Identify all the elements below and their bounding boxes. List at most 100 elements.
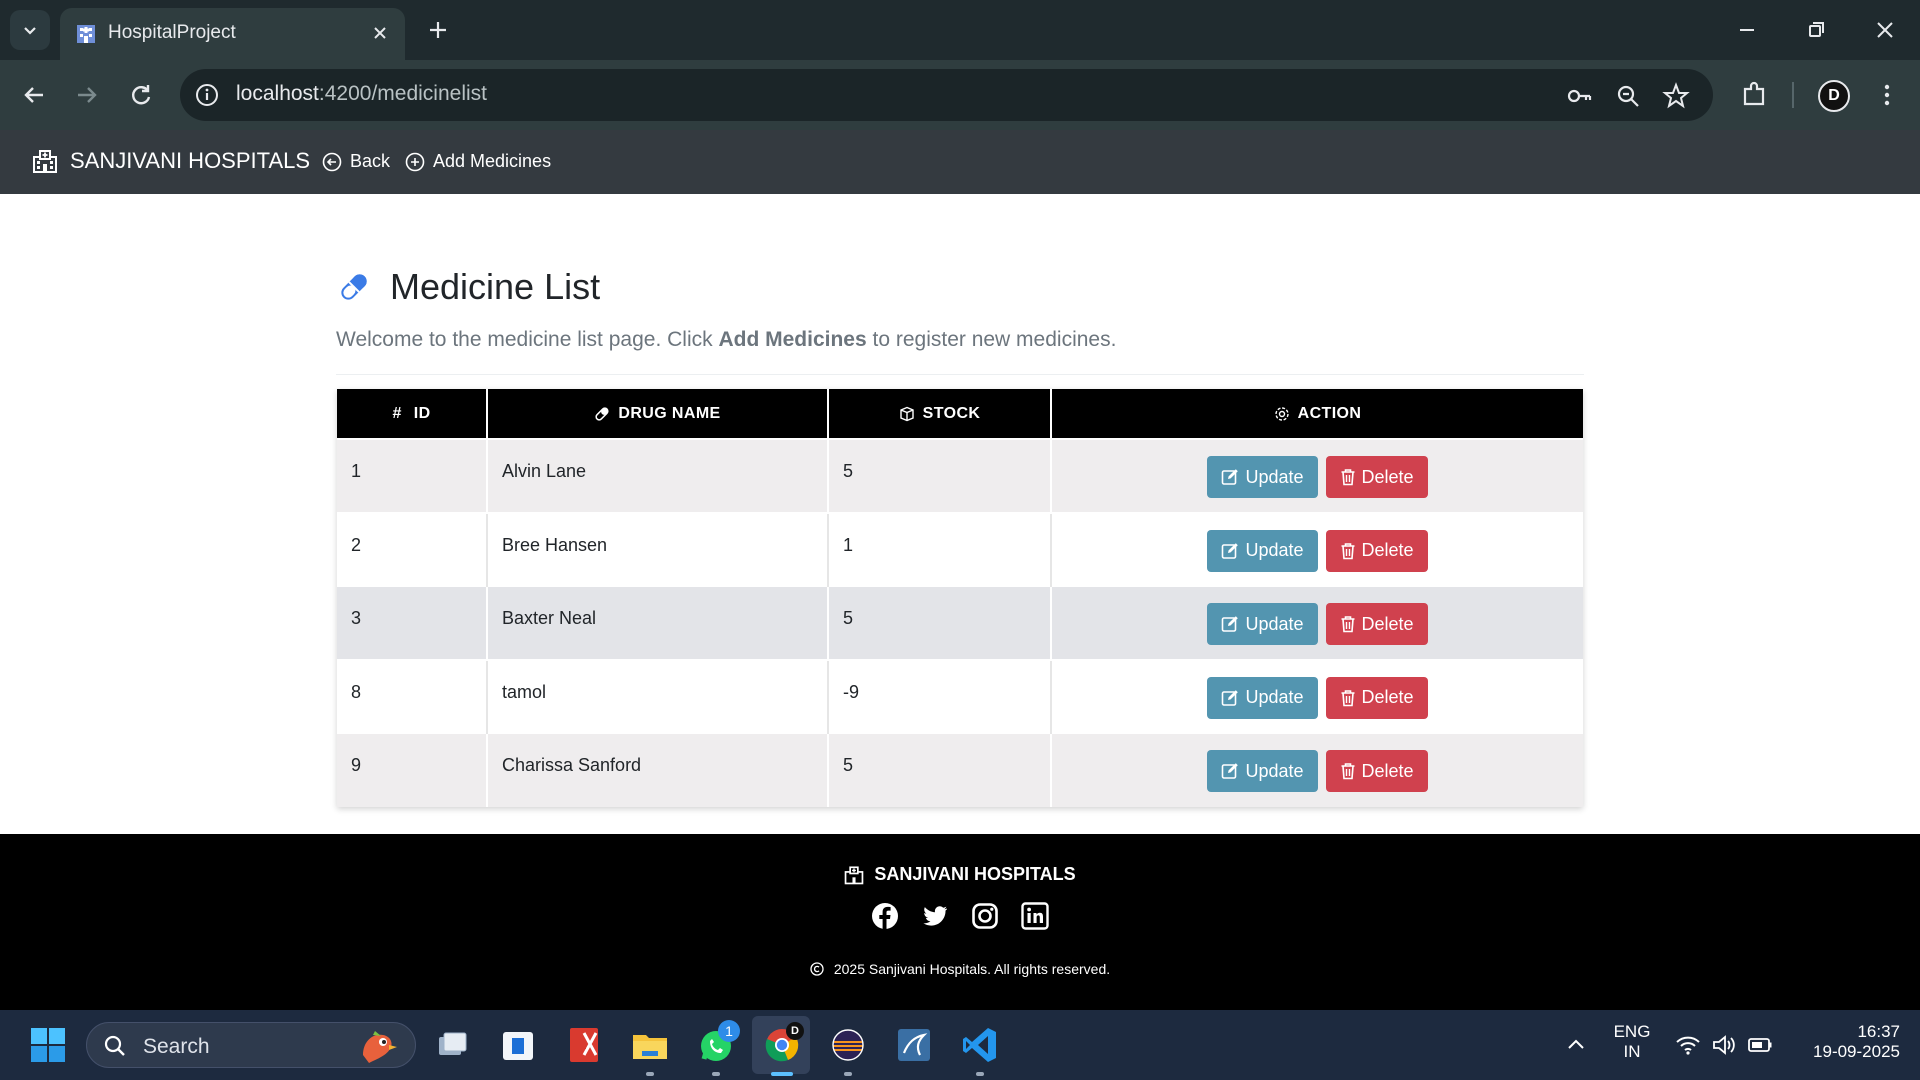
vscode-icon[interactable] xyxy=(960,1025,1000,1065)
language-indicator[interactable]: ENG IN xyxy=(1608,1022,1656,1062)
cell-id: 1 xyxy=(337,438,488,513)
update-button[interactable]: Update xyxy=(1207,676,1318,719)
app-navbar: SANJIVANI HOSPITALS Back Add Medicines xyxy=(0,130,1920,194)
nav-back-link[interactable]: Back xyxy=(322,151,390,172)
wifi-icon[interactable] xyxy=(1674,1031,1702,1059)
update-button[interactable]: Update xyxy=(1207,456,1318,498)
cell-stock: 5 xyxy=(828,732,1052,807)
extensions-puzzle-icon[interactable] xyxy=(1739,80,1769,110)
reload-icon[interactable] xyxy=(126,80,156,110)
hospital-favicon-icon xyxy=(77,25,95,43)
delete-button[interactable]: Delete xyxy=(1325,676,1428,719)
th-drug-name: DRUG NAME xyxy=(487,389,829,439)
hash-icon: # xyxy=(392,404,402,422)
copyright-icon xyxy=(810,962,824,976)
footer-brand: SANJIVANI HOSPITALS xyxy=(0,864,1920,885)
cell-stock: -9 xyxy=(828,658,1052,733)
table-row: 9 Charissa Sanford 5 Update Delete xyxy=(337,732,1583,807)
lead-bold-link-text: Add Medicines xyxy=(718,328,867,351)
brand-text: SANJIVANI HOSPITALS xyxy=(70,148,311,173)
hospital-icon xyxy=(33,150,57,173)
cell-actions: Update Delete xyxy=(1051,585,1583,660)
edit-icon xyxy=(1222,542,1239,559)
social-links xyxy=(0,902,1920,930)
explorer-running-dot xyxy=(646,1072,654,1076)
more-menu-icon[interactable] xyxy=(1872,80,1902,110)
pdf-app-icon[interactable] xyxy=(564,1025,604,1065)
whatsapp-running-dot xyxy=(712,1072,720,1076)
password-key-icon[interactable] xyxy=(1565,82,1593,110)
windows-start-icon[interactable] xyxy=(28,1025,68,1065)
mysql-workbench-icon[interactable] xyxy=(894,1025,934,1065)
profile-avatar[interactable]: D xyxy=(1818,80,1850,112)
delete-button[interactable]: Delete xyxy=(1325,603,1428,645)
nav-back-label: Back xyxy=(350,151,391,171)
facebook-icon[interactable] xyxy=(871,902,899,930)
task-view-icon[interactable] xyxy=(432,1025,472,1065)
os-taskbar: Search 1 D ENG IN 16:37 19-09-2025 xyxy=(0,1010,1920,1080)
delete-button[interactable]: Delete xyxy=(1325,529,1428,572)
taskbar-search[interactable]: Search xyxy=(86,1022,416,1068)
cell-id: 8 xyxy=(337,658,488,733)
cell-drug-name: Charissa Sanford xyxy=(487,732,829,807)
trash-icon xyxy=(1341,763,1354,780)
volume-icon[interactable] xyxy=(1710,1031,1738,1059)
chevron-down-icon xyxy=(24,27,36,35)
hospital-icon xyxy=(845,865,864,884)
update-button[interactable]: Update xyxy=(1207,529,1318,572)
store-app-icon[interactable] xyxy=(498,1025,538,1065)
cell-drug-name: Baxter Neal xyxy=(487,585,829,660)
trash-icon xyxy=(1341,616,1354,633)
address-bar[interactable]: localhost:4200/medicinelist xyxy=(180,69,1713,121)
update-button[interactable]: Update xyxy=(1207,603,1318,645)
whatsapp-badge: 1 xyxy=(718,1020,740,1042)
tab-search-button[interactable] xyxy=(10,10,50,50)
bookmark-star-icon[interactable] xyxy=(1662,82,1690,110)
footer: SANJIVANI HOSPITALS 2025 Sanjivani Hospi… xyxy=(0,834,1920,1010)
eclipse-ide-icon[interactable] xyxy=(828,1025,868,1065)
url-text: localhost:4200/medicinelist xyxy=(236,82,487,105)
linkedin-icon[interactable] xyxy=(1021,902,1049,930)
zoom-icon[interactable] xyxy=(1614,82,1642,110)
chrome-active-dot xyxy=(771,1072,793,1076)
close-window-icon[interactable] xyxy=(1871,16,1899,44)
taskbar-search-label: Search xyxy=(143,1035,210,1058)
browser-tab[interactable]: HospitalProject xyxy=(60,8,405,60)
delete-button[interactable]: Delete xyxy=(1325,750,1428,792)
trash-icon xyxy=(1341,542,1354,559)
back-arrow-icon[interactable] xyxy=(19,80,49,110)
cell-drug-name: Bree Hansen xyxy=(487,511,829,586)
edit-icon xyxy=(1222,689,1239,706)
cell-drug-name: Alvin Lane xyxy=(487,438,829,513)
box-icon xyxy=(899,406,914,421)
restore-icon[interactable] xyxy=(1802,16,1830,44)
forward-arrow-icon[interactable] xyxy=(72,80,102,110)
battery-icon[interactable] xyxy=(1746,1031,1774,1059)
update-button[interactable]: Update xyxy=(1207,750,1318,792)
page-lead: Welcome to the medicine list page. Click… xyxy=(336,328,1117,351)
table-row: 1 Alvin Lane 5 Update Delete xyxy=(337,438,1583,513)
file-explorer-icon[interactable] xyxy=(630,1025,670,1065)
clock[interactable]: 16:37 19-09-2025 xyxy=(1788,1022,1900,1062)
tab-title: HospitalProject xyxy=(108,22,236,43)
instagram-icon[interactable] xyxy=(971,902,999,930)
divider xyxy=(336,374,1584,375)
navbar-brand[interactable]: SANJIVANI HOSPITALS xyxy=(32,148,310,174)
twitter-icon[interactable] xyxy=(921,902,949,930)
site-info-icon[interactable] xyxy=(194,82,220,108)
toolbar-divider xyxy=(1792,82,1794,108)
minimize-icon[interactable] xyxy=(1733,16,1761,44)
pill-icon xyxy=(341,274,367,300)
tray-chevron-up-icon[interactable] xyxy=(1562,1031,1590,1059)
pill-small-icon xyxy=(595,406,609,421)
table-header-row: # ID DRUG NAME STOCK ACTION xyxy=(337,389,1583,439)
close-tab-icon[interactable] xyxy=(369,22,391,44)
cell-id: 2 xyxy=(337,511,488,586)
back-circle-icon xyxy=(322,152,342,171)
delete-button[interactable]: Delete xyxy=(1325,456,1428,498)
nav-add-medicines-link[interactable]: Add Medicines xyxy=(405,151,551,172)
table-row: 8 tamol -9 Update Delete xyxy=(337,658,1583,733)
cell-stock: 1 xyxy=(828,511,1052,586)
new-tab-icon[interactable] xyxy=(424,16,452,44)
cell-id: 3 xyxy=(337,585,488,660)
